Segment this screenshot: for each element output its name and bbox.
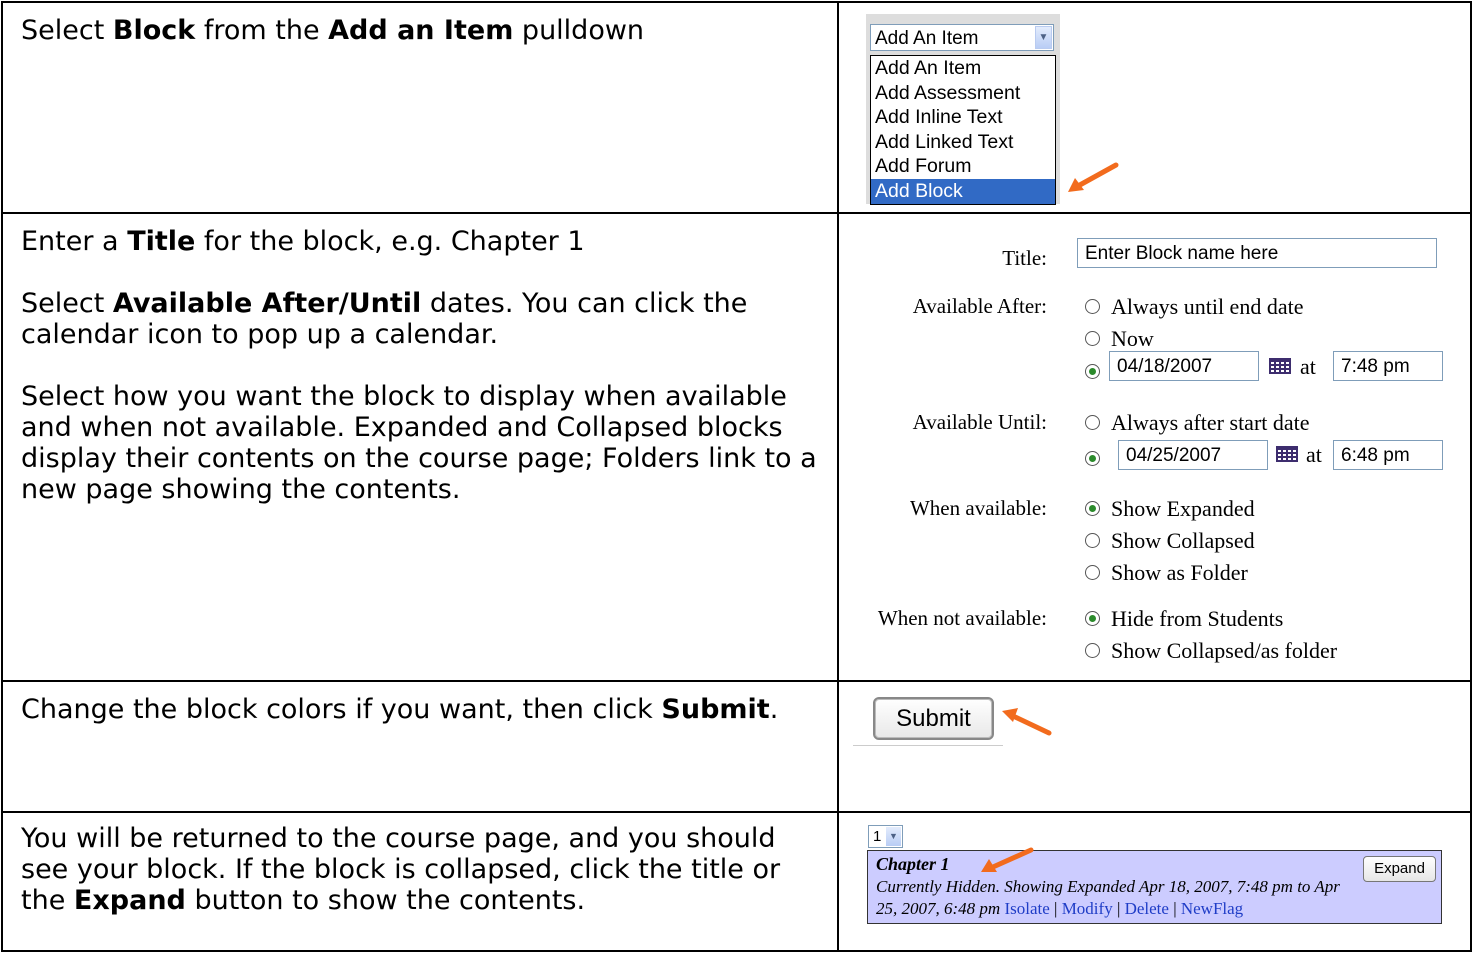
instruction-cell-2: Enter a Title for the block, e.g. Chapte…	[1, 212, 839, 682]
available-after-time-input[interactable]: 7:48 pm	[1333, 351, 1443, 381]
after-option-date-radio[interactable]	[1085, 364, 1100, 379]
submit-button[interactable]: Submit	[873, 697, 994, 740]
text-run: .	[769, 694, 779, 725]
at-label: at	[1306, 442, 1322, 467]
after-option-now: Now	[1085, 326, 1154, 352]
dropdown-option[interactable]: Add An Item	[871, 56, 1055, 81]
delete-link[interactable]: Delete	[1125, 899, 1169, 918]
instruction-table: Select Block from the Add an Item pulldo…	[1, 1, 1472, 952]
screenshot-cell-2: Title: Enter Block name here Available A…	[837, 212, 1472, 682]
chevron-down-icon[interactable]: ▼	[1035, 26, 1052, 49]
available-until-label: Available Until:	[912, 410, 1047, 434]
dropdown-option[interactable]: Add Block	[871, 178, 1055, 204]
text-run: Select	[21, 288, 113, 319]
radio-icon[interactable]	[1085, 299, 1100, 315]
chevron-down-icon[interactable]: ▼	[886, 827, 901, 846]
dropdown-option[interactable]: Add Linked Text	[871, 130, 1055, 155]
instruction-paragraph: Enter a Title for the block, e.g. Chapte…	[21, 226, 819, 257]
when-available-label: When available:	[909, 496, 1047, 520]
screenshot-cell-1: Add An Item ▼ Add An Item Add Assessment A…	[837, 1, 1472, 214]
bold-term: Add an Item	[328, 15, 514, 46]
course-block: Chapter 1 Currently Hidden. Showing Expa…	[867, 850, 1442, 924]
instruction-text-3: Change the block colors if you want, the…	[21, 694, 819, 725]
instruction-text-1: Select Block from the Add an Item pulldo…	[21, 15, 819, 46]
text-run: for the block, e.g. Chapter 1	[195, 226, 585, 257]
screenshot-cell-3: Submit	[837, 680, 1472, 813]
notavail-option-collapsed: Show Collapsed/as folder	[1085, 638, 1337, 664]
bold-term: Block	[112, 15, 196, 46]
dropdown-option[interactable]: Add Forum	[871, 154, 1055, 179]
calendar-icon[interactable]	[1269, 358, 1291, 374]
arrow-pointer-icon	[981, 847, 1034, 872]
arrow-pointer-icon	[1068, 162, 1119, 192]
isolate-link[interactable]: Isolate	[1004, 899, 1049, 918]
dropdown-option[interactable]: Add Inline Text	[871, 105, 1055, 130]
text-run: Select how you want the block to display…	[21, 381, 817, 505]
when-option-folder: Show as Folder	[1085, 560, 1248, 586]
available-until-time-input[interactable]: 6:48 pm	[1333, 440, 1443, 470]
instruction-paragraph: Select how you want the block to display…	[21, 381, 819, 505]
radio-icon[interactable]	[1085, 611, 1100, 627]
add-item-dropdown-panel: Add An Item ▼ Add An Item Add Assessment A…	[866, 14, 1060, 205]
bold-term: Expand	[73, 885, 186, 916]
title-input[interactable]: Enter Block name here	[1077, 238, 1437, 268]
radio-icon[interactable]	[1085, 415, 1100, 431]
radio-icon[interactable]	[1085, 565, 1100, 581]
block-title[interactable]: Chapter 1	[876, 854, 950, 875]
radio-icon[interactable]	[1085, 331, 1100, 347]
text-run: pulldown	[513, 15, 645, 46]
block-description: Currently Hidden. Showing Expanded Apr 1…	[876, 877, 1340, 918]
available-after-date-input[interactable]: 04/18/2007	[1109, 351, 1259, 381]
title-label: Title:	[1002, 246, 1047, 270]
instruction-cell-1: Select Block from the Add an Item pulldo…	[1, 1, 839, 214]
text-run: button to show the contents.	[185, 885, 586, 916]
page-select[interactable]: 1 ▼	[868, 825, 903, 848]
add-item-select[interactable]: Add An Item ▼	[870, 24, 1054, 51]
arrow-pointer-icon	[1002, 708, 1052, 736]
text-run: Enter a	[21, 226, 128, 257]
modify-link[interactable]: Modify	[1062, 899, 1113, 918]
divider	[853, 745, 1003, 746]
bold-term: Available After/Until	[112, 288, 422, 319]
when-not-available-label: When not available:	[877, 606, 1047, 630]
calendar-icon[interactable]	[1276, 446, 1298, 462]
dropdown-option[interactable]: Add Assessment	[871, 81, 1055, 106]
bold-term: Submit	[661, 694, 770, 725]
radio-icon[interactable]	[1085, 501, 1100, 517]
text-run: from the	[195, 15, 329, 46]
instruction-text-4: You will be returned to the course page,…	[21, 823, 819, 916]
instruction-paragraph: Select Available After/Until dates. You …	[21, 288, 819, 350]
until-option-date-radio[interactable]	[1085, 451, 1100, 466]
notavail-option-hide: Hide from Students	[1085, 606, 1283, 632]
radio-icon[interactable]	[1085, 643, 1100, 659]
after-option-always: Always until end date	[1085, 294, 1303, 320]
when-option-collapsed: Show Collapsed	[1085, 528, 1255, 554]
instruction-text-2: Enter a Title for the block, e.g. Chapte…	[3, 214, 837, 505]
newflag-link[interactable]: NewFlag	[1181, 899, 1243, 918]
bold-term: Title	[127, 226, 196, 257]
screenshot-cell-4: 1 ▼ Chapter 1 Currently Hidden. Showing …	[837, 811, 1472, 952]
text-run: Select	[21, 15, 113, 46]
add-item-select-value: Add An Item	[875, 28, 979, 49]
radio-icon[interactable]	[1085, 533, 1100, 549]
when-option-expanded: Show Expanded	[1085, 496, 1255, 522]
text-run: Change the block colors if you want, the…	[21, 694, 662, 725]
instruction-cell-3: Change the block colors if you want, the…	[1, 680, 839, 813]
add-item-options-list: Add An Item Add Assessment Add Inline Text…	[870, 55, 1056, 205]
available-after-label: Available After:	[912, 294, 1047, 318]
expand-button[interactable]: Expand	[1363, 856, 1436, 882]
at-label: at	[1300, 354, 1316, 379]
available-until-date-input[interactable]: 04/25/2007	[1118, 440, 1268, 470]
instruction-cell-4: You will be returned to the course page,…	[1, 811, 839, 952]
until-option-always: Always after start date	[1085, 410, 1310, 436]
